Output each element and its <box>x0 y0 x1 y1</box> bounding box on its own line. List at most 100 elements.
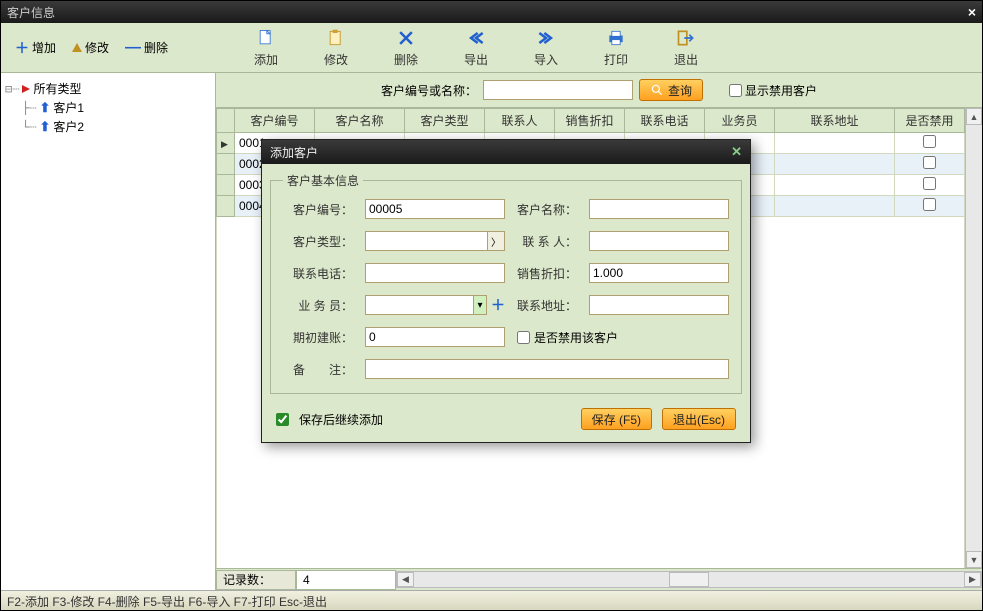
search-input[interactable] <box>483 80 633 100</box>
col-disabled[interactable]: 是否禁用 <box>895 109 965 133</box>
tree-child-node[interactable]: └┈ ⬆ 客户2 <box>5 117 211 136</box>
toolbar-export-button[interactable]: 导出 <box>446 27 506 68</box>
row-disabled-checkbox[interactable] <box>923 156 936 169</box>
tree-edit-button[interactable]: 修改 <box>66 37 115 58</box>
toolbar-add-label: 添加 <box>236 51 296 68</box>
minus-icon: — <box>125 39 141 57</box>
main-toolbar: ＋ 增加 修改 — 删除 添加 修改 <box>1 23 982 73</box>
tree-child-label: 客户1 <box>53 99 84 116</box>
clipboard-icon <box>306 27 366 49</box>
toolbar-exit-button[interactable]: 退出 <box>656 27 716 68</box>
record-toolbar: 添加 修改 删除 导出 <box>216 27 982 68</box>
name-label: 客户名称： <box>517 201 577 218</box>
toolbar-delete-button[interactable]: 删除 <box>376 27 436 68</box>
address-label: 联系地址： <box>517 297 577 314</box>
type-lookup-button[interactable]: 〉 <box>487 231 505 251</box>
row-disabled-checkbox[interactable] <box>923 177 936 190</box>
salesman-combo[interactable]: ▾ ＋ <box>365 295 505 315</box>
window-close-button[interactable]: × <box>968 4 976 20</box>
triangle-up-icon <box>72 43 82 52</box>
horizontal-scrollbar[interactable]: ◀ ▶ <box>396 571 982 588</box>
address-input[interactable] <box>589 295 729 315</box>
arrow-right-red-icon <box>22 85 30 93</box>
basic-info-group: 客户基本信息 客户编号： 客户名称： 客户类型： 〉 联 系 人： <box>270 172 742 394</box>
import-icon <box>516 27 576 49</box>
col-contact[interactable]: 联系人 <box>485 109 555 133</box>
toolbar-exit-label: 退出 <box>656 51 716 68</box>
row-disabled-checkbox[interactable] <box>923 135 936 148</box>
dialog-titlebar[interactable]: 添加客户 ✕ <box>262 140 750 164</box>
content-pane: 客户编号或名称： 查询 显示禁用客户 <box>216 73 982 590</box>
toolbar-edit-button[interactable]: 修改 <box>306 27 366 68</box>
arrow-up-blue-icon: ⬆ <box>39 119 50 135</box>
group-title: 客户基本信息 <box>283 172 363 189</box>
show-disabled-checkbox[interactable]: 显示禁用客户 <box>729 82 817 99</box>
dialog-footer: 保存后继续添加 保存 (F5) 退出(Esc) <box>262 402 750 442</box>
name-input[interactable] <box>589 199 729 219</box>
status-text: F2-添加 F3-修改 F4-删除 F5-导出 F6-导入 F7-打印 Esc-… <box>7 595 327 609</box>
grid-footer: 记录数： 4 ◀ ▶ <box>216 568 982 590</box>
remark-input[interactable] <box>365 359 729 379</box>
tree-add-label: 增加 <box>32 39 56 56</box>
new-file-icon <box>236 27 296 49</box>
col-phone[interactable]: 联系电话 <box>625 109 705 133</box>
dialog-exit-button[interactable]: 退出(Esc) <box>662 408 736 430</box>
window-title: 客户信息 <box>7 4 55 21</box>
continue-add-checkbox[interactable] <box>276 413 289 426</box>
dialog-title: 添加客户 <box>270 144 318 161</box>
code-label: 客户编号： <box>283 201 353 218</box>
discount-input[interactable] <box>589 263 729 283</box>
search-button[interactable]: 查询 <box>639 79 703 101</box>
salesman-add-button[interactable]: ＋ <box>491 295 505 315</box>
row-disabled-checkbox[interactable] <box>923 198 936 211</box>
code-input[interactable] <box>365 199 505 219</box>
scroll-thumb[interactable] <box>669 572 709 587</box>
tree-root-node[interactable]: ⊟┈ 所有类型 <box>5 79 211 98</box>
phone-input[interactable] <box>365 263 505 283</box>
discount-label: 销售折扣： <box>517 265 577 282</box>
toolbar-import-button[interactable]: 导入 <box>516 27 576 68</box>
col-discount[interactable]: 销售折扣 <box>555 109 625 133</box>
remark-label: 备 注： <box>283 361 353 378</box>
type-label: 客户类型： <box>283 233 353 250</box>
tree-toolbar: ＋ 增加 修改 — 删除 <box>1 36 216 60</box>
col-salesman[interactable]: 业务员 <box>705 109 775 133</box>
tree-child-label: 客户2 <box>53 118 84 135</box>
salesman-input[interactable] <box>365 295 473 315</box>
add-customer-dialog: 添加客户 ✕ 客户基本信息 客户编号： 客户名称： 客户类型： 〉 <box>261 139 751 443</box>
dialog-close-button[interactable]: ✕ <box>731 144 742 160</box>
exit-icon <box>656 27 716 49</box>
continue-add-label: 保存后继续添加 <box>299 411 383 428</box>
toolbar-add-button[interactable]: 添加 <box>236 27 296 68</box>
grid-header-row: 客户编号 客户名称 客户类型 联系人 销售折扣 联系电话 业务员 联系地址 是否… <box>217 109 965 133</box>
plus-icon: ＋ <box>15 38 29 58</box>
dialog-save-button[interactable]: 保存 (F5) <box>581 408 652 430</box>
scroll-right-button[interactable]: ▶ <box>964 572 981 587</box>
contact-input[interactable] <box>589 231 729 251</box>
type-combo[interactable]: 〉 <box>365 231 505 251</box>
scroll-left-button[interactable]: ◀ <box>397 572 414 587</box>
toolbar-print-button[interactable]: 打印 <box>586 27 646 68</box>
opening-input[interactable] <box>365 327 505 347</box>
scroll-up-button[interactable]: ▲ <box>966 108 982 125</box>
toolbar-delete-label: 删除 <box>376 51 436 68</box>
col-address[interactable]: 联系地址 <box>775 109 895 133</box>
search-button-label: 查询 <box>668 82 692 99</box>
tree-expander-icon[interactable]: ⊟┈ <box>5 82 19 96</box>
tree-child-node[interactable]: ├┈ ⬆ 客户1 <box>5 98 211 117</box>
arrow-up-blue-icon: ⬆ <box>39 100 50 116</box>
tree-add-button[interactable]: ＋ 增加 <box>9 36 62 60</box>
show-disabled-checkbox-input[interactable] <box>729 84 742 97</box>
scroll-down-button[interactable]: ▼ <box>966 551 982 568</box>
status-bar: F2-添加 F3-修改 F4-删除 F5-导出 F6-导入 F7-打印 Esc-… <box>1 590 982 610</box>
tree-delete-button[interactable]: — 删除 <box>119 37 174 59</box>
col-name[interactable]: 客户名称 <box>315 109 405 133</box>
col-code[interactable]: 客户编号 <box>235 109 315 133</box>
tree-delete-label: 删除 <box>144 39 168 56</box>
search-bar: 客户编号或名称： 查询 显示禁用客户 <box>216 73 982 107</box>
col-type[interactable]: 客户类型 <box>405 109 485 133</box>
disable-customer-checkbox[interactable] <box>517 331 530 344</box>
vertical-scrollbar[interactable]: ▲ ▼ <box>965 108 982 568</box>
salesman-dropdown-button[interactable]: ▾ <box>473 295 487 315</box>
type-input[interactable] <box>365 231 487 251</box>
